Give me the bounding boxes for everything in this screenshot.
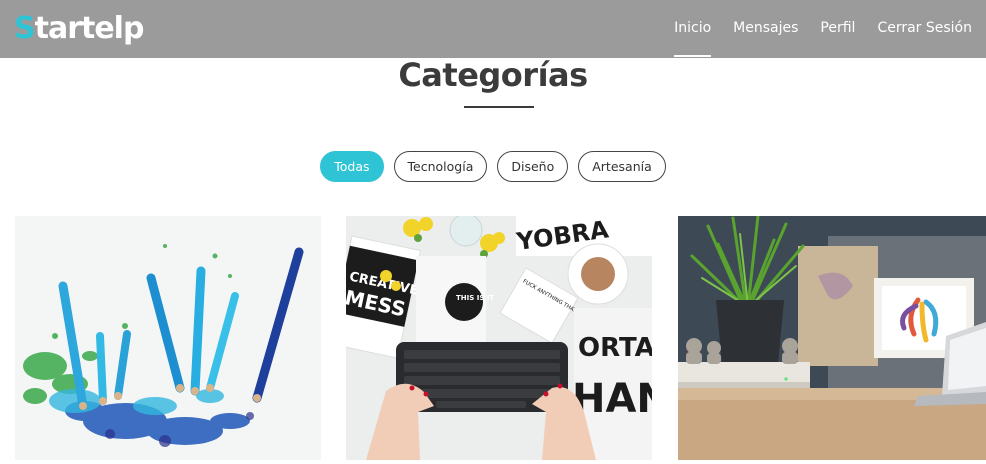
nav-link-cerrar-sesion[interactable]: Cerrar Sesión xyxy=(877,0,972,58)
keyboard-image: CREATIVE MESS THIS IS IT YOBRA FUCK ANYT… xyxy=(346,216,652,460)
print-this-is-it: THIS IS IT xyxy=(456,294,494,302)
nav-links: Inicio Mensajes Perfil Cerrar Sesión xyxy=(674,0,972,58)
category-card-pencils[interactable] xyxy=(15,216,321,460)
brand-logo[interactable]: Startelp xyxy=(14,9,145,49)
nav-link-mensajes[interactable]: Mensajes xyxy=(733,0,798,58)
page-title: Categorías xyxy=(398,56,588,94)
filter-artesania[interactable]: Artesanía xyxy=(578,151,666,182)
nav-link-perfil[interactable]: Perfil xyxy=(820,0,855,58)
desk-image xyxy=(678,216,986,460)
navbar: Startelp Inicio Mensajes Perfil Cerrar S… xyxy=(0,0,986,58)
logo-text: tartelp xyxy=(34,11,145,46)
logo-initial: S xyxy=(14,11,36,46)
nav-link-inicio[interactable]: Inicio xyxy=(674,0,712,58)
category-filters: Todas Tecnología Diseño Artesanía xyxy=(0,151,986,182)
filter-todas[interactable]: Todas xyxy=(320,151,384,182)
title-divider xyxy=(464,106,534,108)
pencils-image xyxy=(15,216,321,460)
category-card-desk[interactable] xyxy=(678,216,986,460)
print-ortan: ORTAN xyxy=(578,333,652,363)
category-card-keyboard[interactable]: CREATIVE MESS THIS IS IT YOBRA FUCK ANYT… xyxy=(346,216,652,460)
filter-diseno[interactable]: Diseño xyxy=(497,151,569,182)
filter-tecnologia[interactable]: Tecnología xyxy=(393,151,488,182)
